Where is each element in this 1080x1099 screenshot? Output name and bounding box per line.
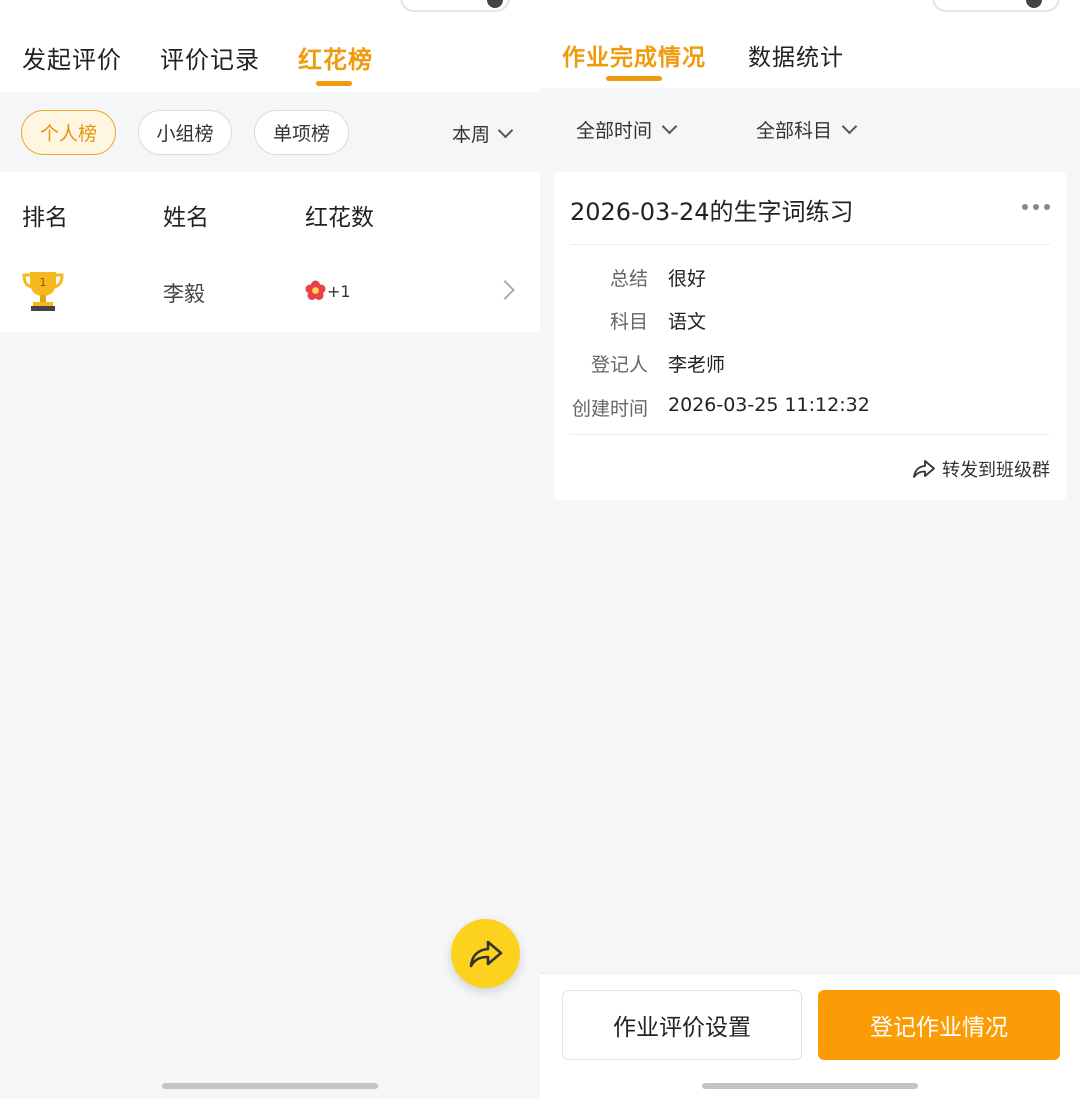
chevron-down-icon (661, 118, 678, 135)
active-tab-indicator (606, 76, 662, 81)
home-indicator (702, 1083, 918, 1089)
share-button[interactable] (451, 919, 520, 988)
tab-start-evaluation[interactable]: 发起评价 (22, 40, 122, 75)
forward-to-class-group-button[interactable]: 转发到班级群 (912, 456, 1050, 482)
red-flower-icon (305, 280, 326, 301)
more-options-icon[interactable] (1022, 204, 1050, 210)
tab-evaluation-records[interactable]: 评价记录 (160, 40, 260, 75)
time-filter-label: 全部时间 (576, 120, 653, 142)
flower-count: +1 (327, 282, 351, 301)
active-tab-indicator (316, 81, 352, 86)
field-value-recorder: 李老师 (668, 354, 726, 376)
ranking-table: 排名 姓名 红花数 1 李毅 +1 (0, 172, 540, 332)
header-flower-count: 红花数 (305, 205, 374, 231)
tab-red-flower-ranking[interactable]: 红花榜 (298, 40, 373, 75)
field-label-summary: 总结 (609, 268, 648, 290)
divider (570, 244, 1050, 245)
filter-personal-ranking[interactable]: 个人榜 (21, 110, 116, 155)
period-label: 本周 (452, 124, 491, 146)
subject-filter-label: 全部科目 (756, 120, 833, 142)
period-dropdown[interactable]: 本周 (452, 120, 514, 147)
tab-bar: 发起评价 评价记录 红花榜 (0, 0, 540, 92)
forward-icon (913, 460, 935, 478)
left-screen: 发起评价 评价记录 红花榜 个人榜 小组榜 单项榜 本周 排名 姓名 红花数 1… (0, 0, 540, 1099)
filter-item-ranking[interactable]: 单项榜 (254, 110, 349, 155)
chevron-down-icon (841, 118, 858, 135)
time-filter-dropdown[interactable]: 全部时间 (576, 116, 678, 143)
chevron-down-icon (497, 122, 514, 139)
right-screen: 作业完成情况 数据统计 全部时间 全部科目 2026-03-24的生字词练习 总… (540, 0, 1080, 1099)
homework-evaluation-settings-button[interactable]: 作业评价设置 (562, 990, 802, 1060)
header-rank: 排名 (22, 205, 68, 231)
rank-number: 1 (40, 276, 47, 289)
home-indicator (162, 1083, 378, 1089)
student-name: 李毅 (163, 282, 205, 306)
bottom-action-bar: 作业评价设置 登记作业情况 (540, 973, 1080, 1099)
trophy-icon: 1 (22, 268, 64, 312)
homework-title: 2026-03-24的生字词练习 (570, 198, 854, 226)
field-label-recorder: 登记人 (590, 354, 648, 376)
tab-homework-completion[interactable]: 作业完成情况 (562, 38, 706, 72)
header-name: 姓名 (163, 205, 209, 231)
field-value-created-time: 2026-03-25 11:12:32 (668, 394, 870, 416)
field-value-summary: 很好 (668, 268, 707, 290)
field-label-created-time: 创建时间 (571, 398, 648, 420)
tab-bar: 作业完成情况 数据统计 (540, 0, 1080, 88)
register-homework-button[interactable]: 登记作业情况 (818, 990, 1060, 1060)
chevron-right-icon[interactable] (495, 280, 515, 300)
subject-filter-dropdown[interactable]: 全部科目 (756, 116, 858, 143)
homework-card[interactable]: 2026-03-24的生字词练习 总结 很好 科目 语文 登记人 李老师 创建时… (554, 172, 1066, 500)
tab-statistics[interactable]: 数据统计 (748, 38, 844, 72)
field-value-subject: 语文 (668, 311, 707, 333)
divider (570, 434, 1050, 435)
share-arrow-icon (469, 940, 502, 967)
filter-group-ranking[interactable]: 小组榜 (138, 110, 232, 155)
forward-label: 转发到班级群 (942, 460, 1050, 481)
field-label-subject: 科目 (609, 311, 648, 333)
